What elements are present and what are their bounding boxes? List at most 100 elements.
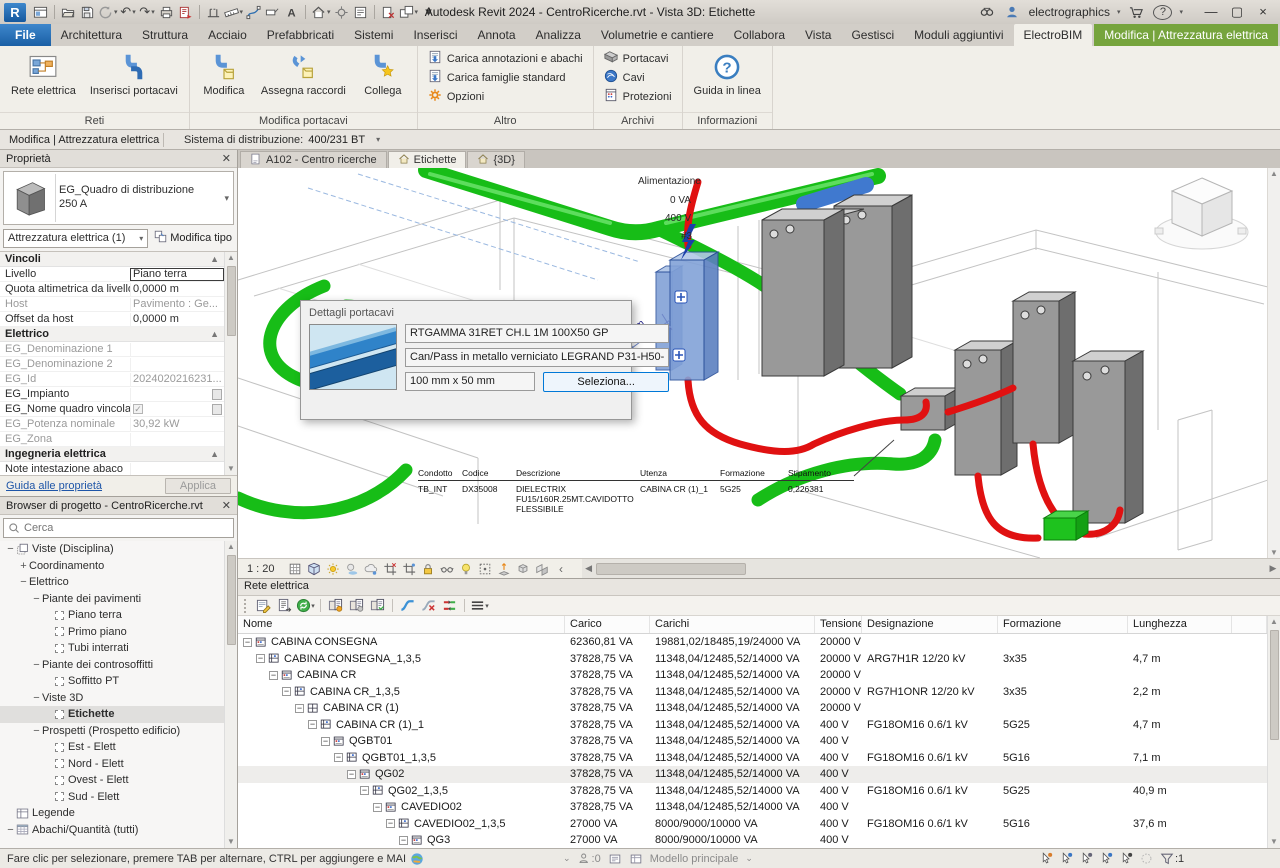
properties-scrollbar[interactable]: ▲ ▼ <box>224 252 237 475</box>
constraints-icon[interactable] <box>533 560 552 578</box>
ribbon-tab-annota[interactable]: Annota <box>467 24 525 46</box>
sync-with-central-icon[interactable]: ▾ <box>97 3 119 22</box>
property-value[interactable]: ✓ <box>130 403 212 416</box>
property-associate-button[interactable] <box>212 389 222 400</box>
reveal-hidden-icon[interactable] <box>457 560 476 578</box>
property-value[interactable]: 0,0000 m <box>130 283 224 296</box>
detail-level-icon[interactable] <box>286 560 305 578</box>
column-header[interactable]: Tensione <box>815 616 862 633</box>
lock-view-icon[interactable] <box>419 560 438 578</box>
row-expander[interactable]: − <box>334 753 343 762</box>
ribbon-tab-sistemi[interactable]: Sistemi <box>344 24 403 46</box>
user-icon[interactable] <box>1003 3 1022 22</box>
row-expander[interactable]: − <box>347 770 356 779</box>
view-scale[interactable]: 1 : 20 <box>243 563 285 575</box>
row-expander[interactable]: − <box>399 836 408 845</box>
cloud-render-icon[interactable] <box>362 560 381 578</box>
rendering-icon[interactable] <box>343 560 362 578</box>
design-options-icon[interactable] <box>629 852 643 866</box>
ribbon-tab-inserisci[interactable]: Inserisci <box>403 24 467 46</box>
property-value[interactable] <box>130 358 224 371</box>
edit-schedule-icon[interactable] <box>254 597 273 615</box>
network-row-cabina-consegna[interactable]: −CABINA CONSEGNA62360,81 VA19881,02/1848… <box>238 634 1267 651</box>
revit-logo-icon[interactable]: R <box>4 3 26 22</box>
load-panel-c-icon[interactable] <box>368 597 387 615</box>
property-group-header[interactable]: Vincoli▲ <box>0 252 224 267</box>
opzioni-button[interactable]: Opzioni <box>423 87 588 106</box>
displace-icon[interactable] <box>495 560 514 578</box>
tray-name-field[interactable]: RTGAMMA 31RET CH.L 1M 100X50 GP <box>405 324 669 343</box>
ribbon-tab-analizza[interactable]: Analizza <box>526 24 591 46</box>
ribbon-tab-modifica-attrezzatura-elettrica[interactable]: Modifica | Attrezzatura elettrica <box>1094 24 1278 46</box>
row-expander[interactable]: − <box>308 720 317 729</box>
export-list-icon[interactable] <box>275 597 294 615</box>
network-row-cabina-cr-1-1[interactable]: −CABINA CR (1)_137828,75 VA11348,04/1248… <box>238 717 1267 734</box>
network-row-cavedio02[interactable]: −CAVEDIO0237828,75 VA11348,04/12485,52/1… <box>238 799 1267 816</box>
tree-expander[interactable]: + <box>18 560 29 572</box>
redo-icon[interactable]: ↷▾ <box>138 3 157 22</box>
view-tab--3d-[interactable]: {3D} <box>467 151 524 168</box>
browser-item-viste-disciplina-[interactable]: −Viste (Disciplina) <box>0 541 224 558</box>
property-value[interactable] <box>130 433 224 446</box>
property-value[interactable]: Pavimento : Ge... <box>130 298 224 311</box>
filter-icon[interactable]: :1 <box>1160 852 1184 866</box>
browser-item-piante-dei-controsoffitti[interactable]: −Piante dei controsoffitti <box>0 657 224 674</box>
editing-requests-icon[interactable]: :0 <box>578 852 601 865</box>
network-row-qg02[interactable]: −QG0237828,75 VA11348,04/12485,52/14000 … <box>238 766 1267 783</box>
selection-box-icon[interactable] <box>476 560 495 578</box>
property-value[interactable]: Piano terra <box>130 268 224 281</box>
snap-options-icon[interactable] <box>1140 852 1153 865</box>
property-value[interactable]: 0,0000 m <box>130 313 224 326</box>
drag-elements-icon[interactable] <box>1120 852 1133 865</box>
row-expander[interactable]: − <box>386 819 395 828</box>
browser-item-etichette[interactable]: Etichette <box>0 706 224 723</box>
carica-famiglie-standard-button[interactable]: Carica famiglie standard <box>423 68 588 87</box>
protezioni-button[interactable]: Protezioni <box>599 87 677 106</box>
row-expander[interactable]: − <box>373 803 382 812</box>
network-row-qgbt01-1-3-5[interactable]: −QGBT01_1,3,537828,75 VA11348,04/12485,5… <box>238 750 1267 767</box>
active-design-option[interactable]: Modello principale <box>650 853 739 865</box>
column-header[interactable]: Carichi <box>650 616 815 633</box>
3d-view-canvas[interactable]: Alimentazione 0 VA 400 V #3 0,02 m Condo… <box>238 168 1280 558</box>
refresh-icon[interactable]: ▾ <box>296 597 315 615</box>
switch-windows-icon[interactable]: ▾ <box>398 3 420 22</box>
tray-size-field[interactable]: 100 mm x 50 mm <box>405 372 535 391</box>
browser-item-viste-3d[interactable]: −Viste 3D <box>0 690 224 707</box>
ribbon-tab-gestisci[interactable]: Gestisci <box>841 24 904 46</box>
print-icon[interactable] <box>157 3 176 22</box>
compare-network-icon[interactable] <box>440 597 459 615</box>
visual-style-icon[interactable] <box>305 560 324 578</box>
text-icon[interactable]: A <box>282 3 301 22</box>
network-row-cabina-cr-1-[interactable]: −CABINA CR (1)37828,75 VA11348,04/12485,… <box>238 700 1267 717</box>
rete-elettrica-button[interactable]: Rete elettrica <box>5 49 82 98</box>
browser-search-input[interactable] <box>24 522 229 534</box>
select-tray-button[interactable]: Seleziona... <box>543 372 669 392</box>
tag-by-category-icon[interactable] <box>263 3 282 22</box>
maximize-button[interactable]: ▢ <box>1224 4 1250 20</box>
crop-off-icon[interactable] <box>381 560 400 578</box>
canvas-hscrollbar[interactable]: ◀▶ <box>582 559 1280 578</box>
toolbar-grip[interactable] <box>244 599 249 613</box>
network-row-qg02-1-3-5[interactable]: −QG02_1,3,537828,75 VA11348,04/12485,52/… <box>238 783 1267 800</box>
column-header[interactable]: Designazione <box>862 616 998 633</box>
tree-expander[interactable]: − <box>5 824 16 836</box>
tray-description-field[interactable]: Can/Pass in metallo verniciato LEGRAND P… <box>405 348 669 367</box>
ribbon-tab-architettura[interactable]: Architettura <box>51 24 132 46</box>
type-selector[interactable]: EG_Quadro di distribuzione 250 A ▾ <box>3 171 234 225</box>
browser-item-elettrico[interactable]: −Elettrico <box>0 574 224 591</box>
transfer-standards-icon[interactable] <box>176 3 195 22</box>
load-panel-a-icon[interactable] <box>326 597 345 615</box>
properties-close-icon[interactable]: ✕ <box>222 152 231 165</box>
browser-item-primo-piano[interactable]: Primo piano <box>0 624 224 641</box>
save-icon[interactable] <box>78 3 97 22</box>
assegna-raccordi-button[interactable]: Assegna raccordi <box>255 49 352 98</box>
property-value[interactable] <box>130 343 224 356</box>
property-value[interactable] <box>130 463 224 476</box>
column-header[interactable]: Lunghezza <box>1128 616 1232 633</box>
guida-in-linea-button[interactable]: ?Guida in linea <box>688 49 767 98</box>
apply-button[interactable]: Applica <box>165 478 231 494</box>
load-panel-b-icon[interactable] <box>347 597 366 615</box>
properties-help-link[interactable]: Guida alle proprietà <box>6 480 102 492</box>
browser-scrollbar[interactable]: ▲ ▼ <box>224 541 237 848</box>
ribbon-tab-collabora[interactable]: Collabora <box>724 24 795 46</box>
